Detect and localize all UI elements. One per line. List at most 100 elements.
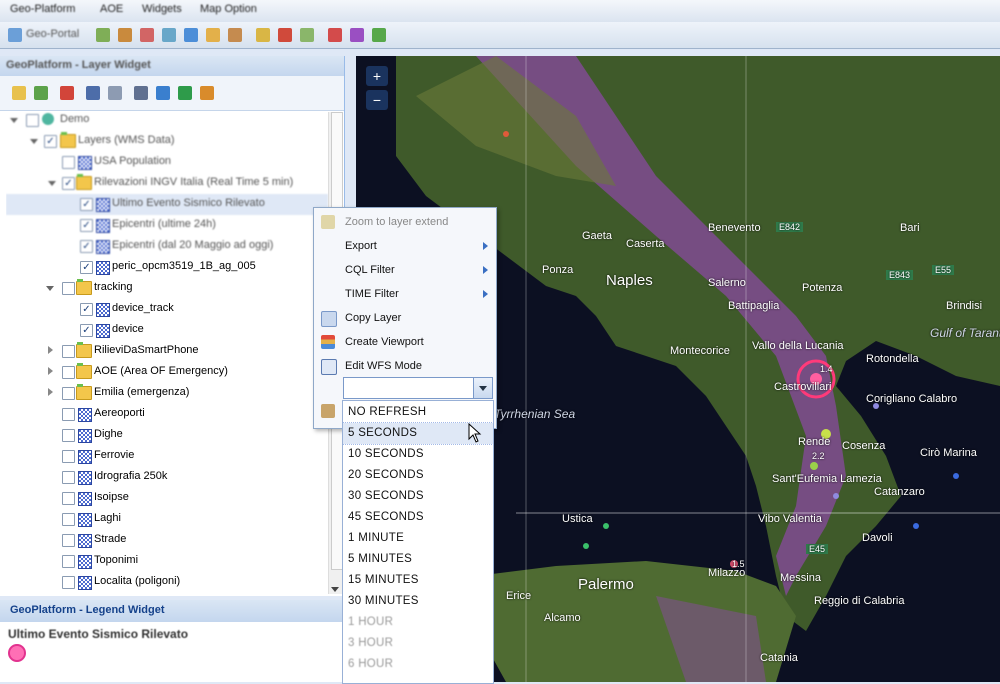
print-icon[interactable] (108, 86, 122, 100)
download-icon[interactable] (178, 86, 192, 100)
epicentre-dot[interactable] (913, 523, 919, 529)
tree-node-isoipse[interactable]: Isoipse (6, 488, 328, 509)
checkbox[interactable] (62, 387, 75, 400)
tree-node-rilevazioni-ingv[interactable]: ✓ Rilevazioni INGV Italia (Real Time 5 m… (6, 173, 328, 194)
combo-trigger-arrow-icon[interactable] (473, 378, 492, 398)
tree-node-rilievi[interactable]: RilieviDaSmartPhone (6, 341, 328, 362)
pan-tool-icon[interactable] (140, 28, 154, 42)
epicentre-dot[interactable] (503, 131, 509, 137)
menu-item-export[interactable]: Export (314, 234, 496, 258)
expand-arrow-icon[interactable] (48, 367, 53, 375)
collapse-arrow-icon[interactable] (30, 139, 38, 144)
menu-item-time-filter[interactable]: TIME Filter (314, 282, 496, 306)
menu-widgets[interactable]: Widgets (142, 3, 182, 15)
expand-arrow-icon[interactable] (48, 346, 53, 354)
tree-node-device[interactable]: ✓ device (6, 320, 328, 341)
epicentre-dot[interactable] (953, 473, 959, 479)
portal-icon[interactable] (8, 28, 22, 42)
print-tool-icon[interactable] (228, 28, 242, 42)
checkbox[interactable] (62, 450, 75, 463)
tree-node-toponimi[interactable]: Toponimi (6, 551, 328, 572)
checkbox[interactable] (62, 282, 75, 295)
tree-node-aoe[interactable]: AOE (Area OF Emergency) (6, 362, 328, 383)
zoom-in-tool-icon[interactable] (96, 28, 110, 42)
tree-node-dighe[interactable]: Dighe (6, 425, 328, 446)
checkbox[interactable]: ✓ (44, 135, 57, 148)
tree-node-strade[interactable]: Strade (6, 530, 328, 551)
delete-icon[interactable] (60, 86, 74, 100)
tree-node-epicentri-maggio[interactable]: ✓ Epicentri (dal 20 Maggio ad oggi) (6, 236, 328, 257)
menu-item-copy-layer[interactable]: Copy Layer (314, 306, 496, 330)
style-tool-icon[interactable] (350, 28, 364, 42)
tree-node-peric[interactable]: ✓ peric_opcm3519_1B_ag_005 (6, 257, 328, 278)
collapse-arrow-icon[interactable] (48, 181, 56, 186)
menu-item-edit-wfs[interactable]: Edit WFS Mode (314, 354, 496, 378)
checkbox[interactable] (62, 429, 75, 442)
option-6-hour[interactable]: 6 HOUR (343, 654, 493, 675)
option-10-seconds[interactable]: 10 SECONDS (343, 444, 493, 465)
menu-item-cql-filter[interactable]: CQL Filter (314, 258, 496, 282)
scroll-down-arrow-icon[interactable] (331, 587, 339, 592)
collapse-arrow-icon[interactable] (46, 286, 54, 291)
checkbox[interactable] (62, 534, 75, 547)
checkbox[interactable]: ✓ (80, 261, 93, 274)
refresh-interval-combo[interactable] (343, 377, 493, 399)
tree-node-usa-population[interactable]: USA Population (6, 152, 328, 173)
collapse-arrow-icon[interactable] (10, 118, 18, 123)
tree-node-device-track[interactable]: ✓ device_track (6, 299, 328, 320)
layers-tool-icon[interactable] (300, 28, 314, 42)
checkbox[interactable] (62, 492, 75, 505)
checkbox[interactable]: ✓ (80, 198, 93, 211)
checkbox[interactable] (62, 555, 75, 568)
upload-icon[interactable] (156, 86, 170, 100)
menu-aoe[interactable]: AOE (100, 3, 123, 15)
option-1-hour[interactable]: 1 HOUR (343, 612, 493, 633)
option-5-minutes[interactable]: 5 MINUTES (343, 549, 493, 570)
option-1-minute[interactable]: 1 MINUTE (343, 528, 493, 549)
menu-item-create-viewport[interactable]: Create Viewport (314, 330, 496, 354)
zoom-out-button[interactable]: − (366, 90, 388, 110)
globe-tool-icon[interactable] (184, 28, 198, 42)
option-no-refresh[interactable]: NO REFRESH (343, 402, 493, 423)
checkbox[interactable] (26, 114, 39, 127)
checkbox[interactable]: ✓ (80, 324, 93, 337)
tree-node-laghi[interactable]: Laghi (6, 509, 328, 530)
zoom-in-button[interactable]: + (366, 66, 388, 86)
portal-button-label[interactable]: Geo-Portal (26, 28, 79, 40)
bookmark-tool-icon[interactable] (206, 28, 220, 42)
expand-arrow-icon[interactable] (48, 388, 53, 396)
tree-node-demo[interactable]: Demo (6, 110, 328, 131)
info-tool-icon[interactable] (372, 28, 386, 42)
checkbox[interactable] (62, 576, 75, 589)
properties-icon[interactable] (134, 86, 148, 100)
checkbox[interactable]: ✓ (80, 219, 93, 232)
checkbox[interactable] (62, 408, 75, 421)
checkbox[interactable] (62, 366, 75, 379)
menu-geo-platform[interactable]: Geo-Platform (10, 3, 75, 15)
tree-node-epicentri-24h[interactable]: ✓ Epicentri (ultime 24h) (6, 215, 328, 236)
epicentre-dot[interactable] (833, 493, 839, 499)
tree-node-ultimo-evento[interactable]: ✓ Ultimo Evento Sismico Rilevato (6, 194, 328, 215)
save-icon[interactable] (86, 86, 100, 100)
epicentre-dot[interactable] (583, 543, 589, 549)
option-30-minutes[interactable]: 30 MINUTES (343, 591, 493, 612)
tree-node-ferrovie[interactable]: Ferrovie (6, 446, 328, 467)
menu-map-option[interactable]: Map Option (200, 3, 257, 15)
tree-node-layers-wms[interactable]: ✓ Layers (WMS Data) (6, 131, 328, 152)
tree-node-tracking[interactable]: tracking (6, 278, 328, 299)
checkbox[interactable]: ✓ (80, 240, 93, 253)
checkbox[interactable]: ✓ (62, 177, 75, 190)
menu-item-zoom-extend[interactable]: Zoom to layer extend (314, 210, 496, 234)
tree-node-aereoporti[interactable]: Aereoporti (6, 404, 328, 425)
measure-tool-icon[interactable] (162, 28, 176, 42)
epicentre-dot[interactable] (810, 462, 818, 470)
add-layer-icon[interactable] (34, 86, 48, 100)
checkbox[interactable]: ✓ (80, 303, 93, 316)
zoom-out-tool-icon[interactable] (118, 28, 132, 42)
option-15-minutes[interactable]: 15 MINUTES (343, 570, 493, 591)
epicentre-dot[interactable] (603, 523, 609, 529)
tree-node-emilia[interactable]: Emilia (emergenza) (6, 383, 328, 404)
checkbox[interactable] (62, 471, 75, 484)
pencil-tool-icon[interactable] (256, 28, 270, 42)
option-45-seconds[interactable]: 45 SECONDS (343, 507, 493, 528)
